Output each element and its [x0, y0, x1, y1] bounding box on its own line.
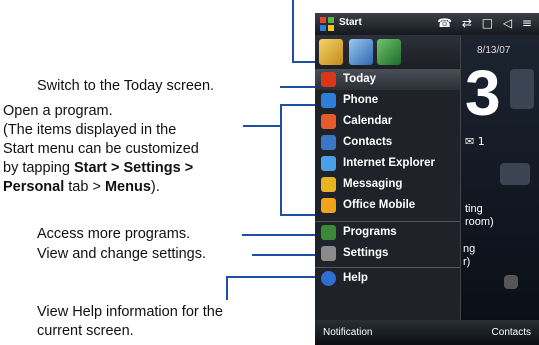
- office-mobile-icon: [321, 198, 336, 213]
- annotation-open-program: Open a program. (The items displayed in …: [3, 102, 303, 197]
- menu-item-phone[interactable]: Phone: [315, 90, 460, 111]
- speaker-icon: [504, 275, 518, 289]
- menu-item-label: Internet Explorer: [343, 157, 436, 169]
- internet-explorer-icon: [321, 156, 336, 171]
- recent-program-icon-2[interactable]: [349, 39, 373, 65]
- menu-item-label: Office Mobile: [343, 199, 416, 211]
- phone-icon: [321, 93, 336, 108]
- menu-item-settings[interactable]: Settings: [315, 243, 460, 264]
- window-title: Start: [339, 17, 362, 28]
- today-item: ng r): [463, 243, 476, 268]
- calendar-icon: [321, 114, 336, 129]
- messaging-icon: [321, 177, 336, 192]
- menu-item-today[interactable]: Today: [315, 69, 460, 90]
- menu-item-calendar[interactable]: Calendar: [315, 111, 460, 132]
- annotation-open-line1: Open a program.: [3, 103, 113, 119]
- annotation-open-line5: Personal tab > Menus).: [3, 179, 160, 195]
- annotation-open-line2: (The items displayed in the: [3, 122, 177, 138]
- today-widget-block: [500, 163, 530, 185]
- menu-item-label: Calendar: [343, 115, 393, 127]
- annotation-help-line2: current screen.: [37, 323, 134, 339]
- today-date: 8/13/07: [477, 45, 511, 56]
- recent-program-icon-3[interactable]: [377, 39, 401, 65]
- annotation-programs: Access more programs.: [37, 226, 191, 242]
- soft-key-bar: Notification Contacts: [315, 320, 539, 345]
- menu-item-messaging[interactable]: Messaging: [315, 174, 460, 195]
- menu-item-help[interactable]: Help: [315, 267, 460, 289]
- menu-item-programs[interactable]: Programs: [315, 221, 460, 243]
- menu-item-contacts[interactable]: Contacts: [315, 132, 460, 153]
- recent-program-icon-1[interactable]: [319, 39, 343, 65]
- today-clock-digit: 3: [465, 57, 501, 129]
- menu-item-label: Phone: [343, 94, 379, 106]
- softkey-contacts[interactable]: Contacts: [492, 327, 531, 338]
- callout-line-settings: [252, 254, 318, 256]
- menu-item-label: Messaging: [343, 178, 403, 190]
- recent-programs-row: [315, 35, 460, 69]
- contacts-icon: [321, 135, 336, 150]
- callout-line-programs: [242, 234, 318, 236]
- annotation-open-line3: Start menu can be customized: [3, 141, 199, 157]
- clock-widget-block: [510, 69, 534, 109]
- menu-item-label: Settings: [343, 247, 389, 259]
- title-bar: Start ☎ ⇄ □ ◁ ≡: [315, 13, 539, 35]
- today-screen-background: 8/13/07 3 ✉ 1 ting room) ng r): [460, 35, 539, 320]
- callout-line-open-horizontal: [243, 125, 280, 127]
- today-message-count: ✉ 1: [465, 135, 485, 148]
- status-icons[interactable]: ☎ ⇄ □ ◁ ≡: [437, 16, 535, 30]
- callout-line-open-bottom: [280, 214, 318, 216]
- callout-line-open-vertical: [280, 104, 282, 216]
- callout-line-today: [280, 86, 318, 88]
- menu-item-label: Contacts: [343, 136, 393, 148]
- menu-item-internet-explorer[interactable]: Internet Explorer: [315, 153, 460, 174]
- annotation-today: Switch to the Today screen.: [37, 78, 215, 94]
- callout-line-help-horizontal: [226, 276, 318, 278]
- help-icon: [321, 271, 336, 286]
- menu-item-office-mobile[interactable]: Office Mobile: [315, 195, 460, 216]
- menu-item-label: Programs: [343, 226, 397, 238]
- today-appointment: ting room): [465, 203, 494, 228]
- callout-line-open-top: [280, 104, 318, 106]
- callout-line-pinned-vertical: [292, 0, 294, 62]
- menu-item-label: Today: [343, 73, 377, 85]
- annotation-open-line4: by tapping Start > Settings >: [3, 160, 194, 176]
- softkey-notification[interactable]: Notification: [323, 327, 372, 338]
- menu-item-label: Help: [343, 272, 368, 284]
- start-menu: Today Phone Calendar Contacts Internet E…: [315, 35, 461, 320]
- windows-start-icon[interactable]: [319, 16, 335, 32]
- annotation-help-line1: View Help information for the: [37, 304, 223, 320]
- annotation-help: View Help information for the current sc…: [37, 303, 223, 341]
- callout-line-help-vertical: [226, 276, 228, 300]
- programs-icon: [321, 225, 336, 240]
- today-icon: [321, 72, 336, 87]
- settings-icon: [321, 246, 336, 261]
- annotation-settings: View and change settings.: [37, 246, 207, 262]
- phone-screen: Start ☎ ⇄ □ ◁ ≡ 8/13/07 3 ✉ 1 ting room)…: [315, 13, 539, 345]
